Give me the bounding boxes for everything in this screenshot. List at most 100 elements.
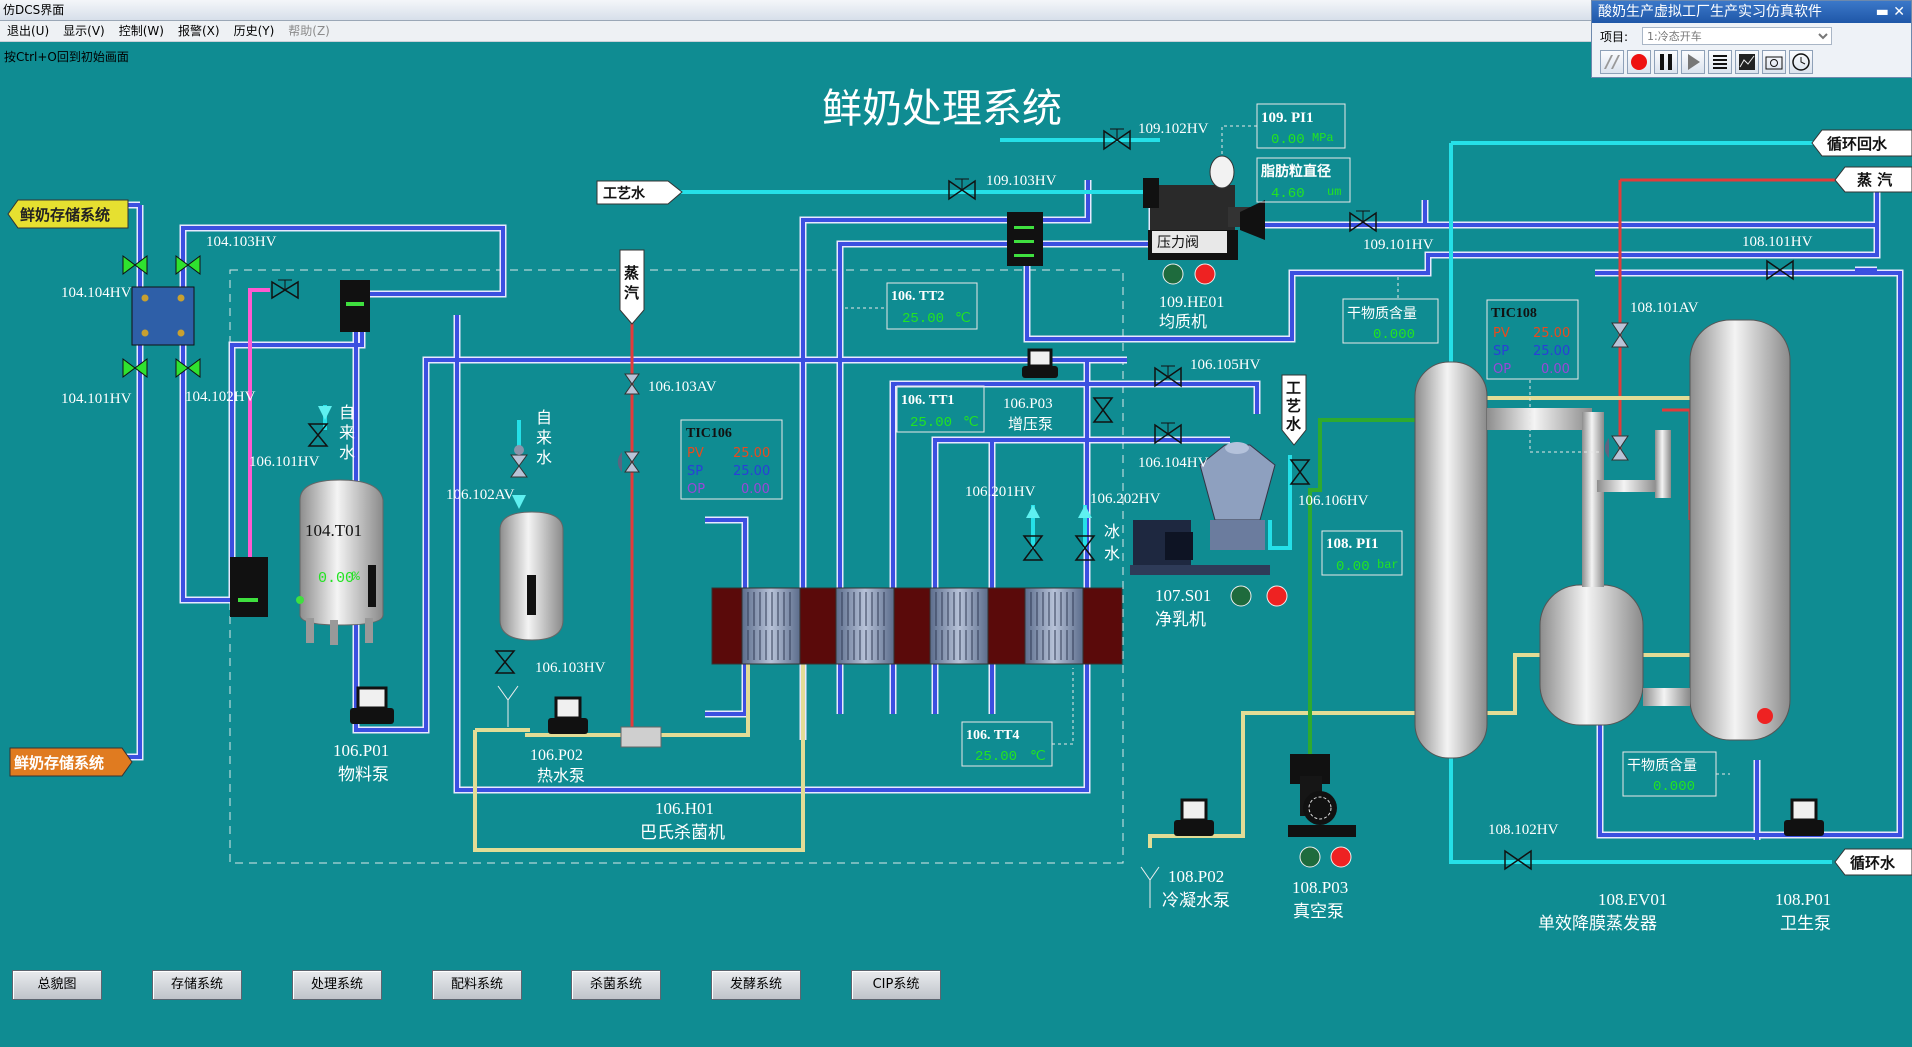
readout-tt2[interactable]: 106. TT2 25.00 ℃	[886, 282, 978, 330]
pump-108-p02[interactable]	[1174, 798, 1214, 836]
nav-batching-button[interactable]: 配料系统	[432, 970, 522, 1000]
tic108-op: 0.00	[1541, 362, 1570, 377]
tic106-op-label: OP	[687, 482, 705, 497]
flowmeter-106[interactable]	[230, 557, 268, 617]
arrow-process-water[interactable]: 工艺水	[596, 180, 683, 205]
arrow-label: 循环水	[1850, 854, 1896, 872]
tag-104-102: 104.102HV	[185, 389, 256, 405]
readout-dry-matter-1[interactable]: 干物质含量 0.000	[1342, 298, 1439, 344]
page-title: 鲜奶处理系统	[822, 86, 1062, 132]
filter-104[interactable]	[131, 286, 195, 346]
tag-106-104: 106.104HV	[1138, 455, 1209, 471]
tic108-sp-label: SP	[1493, 344, 1509, 359]
valve-106-av-red[interactable]	[617, 451, 640, 473]
pump-106-p01[interactable]	[350, 686, 394, 724]
arrow-label: 循环回水	[1827, 135, 1888, 153]
tag-h01-name: 巴氏杀菌机	[640, 823, 725, 842]
tag-p02-108-name: 冷凝水泵	[1162, 891, 1230, 910]
arrow-milk-storage-in[interactable]: 鲜奶存储系统	[7, 199, 129, 229]
tag-p03-106: 106.P03	[1003, 396, 1053, 412]
valve-109-103[interactable]	[948, 178, 976, 201]
tag-106-101: 106.101HV	[249, 454, 320, 470]
tank-104-t01[interactable]	[296, 479, 384, 645]
tag-p01-106-name: 物料泵	[338, 765, 389, 784]
drain-108	[1140, 866, 1160, 908]
tag-h01: 106.H01	[655, 799, 714, 818]
readout-tt4[interactable]: 106. TT4 25.00 ℃	[961, 721, 1053, 767]
tag-ev01-name: 单效降膜蒸发器	[1538, 914, 1657, 933]
tic106-faceplate[interactable]: TIC106 PV 25.00 SP 25.00 OP 0.00	[680, 419, 783, 500]
arrow-label-2: 汽	[624, 284, 639, 302]
tap2-2: 来	[536, 429, 552, 447]
tap2-3: 水	[536, 449, 552, 467]
flowmeter-104[interactable]	[340, 280, 370, 332]
nav-sterilization-button[interactable]: 杀菌系统	[571, 970, 661, 1000]
tt4-unit: ℃	[1030, 749, 1046, 765]
arrow-process-water-vertical[interactable]: 工 艺 水	[1281, 374, 1307, 446]
tank-hot-water[interactable]	[499, 511, 564, 641]
tap1-3: 水	[339, 444, 355, 462]
tag-s01: 107.S01	[1155, 586, 1211, 605]
valve-106-101[interactable]	[307, 423, 329, 447]
valve-104-101[interactable]	[122, 358, 148, 378]
tic108-faceplate[interactable]: TIC108 PV 25.00 SP 25.00 OP 0.00	[1486, 299, 1579, 380]
arrow-circ-water[interactable]: 循环水	[1834, 848, 1912, 876]
valve-104-104-a[interactable]	[122, 255, 148, 275]
tic106-sp-label: SP	[687, 464, 703, 479]
arrow-steam-right[interactable]: 蒸 汽	[1834, 166, 1912, 193]
arrow-label: 工艺水	[603, 185, 646, 202]
vacuum-pump-108-p03[interactable]	[1288, 754, 1356, 837]
pi109-unit: MPa	[1312, 131, 1334, 145]
tag-108-101av: 108.101AV	[1630, 300, 1699, 316]
valve-108-101av[interactable]	[1611, 322, 1629, 348]
tt1-unit: ℃	[963, 415, 979, 431]
pump-106-p03[interactable]	[1022, 348, 1058, 378]
press-valve-label: 压力阀	[1157, 235, 1199, 251]
valve-104-102[interactable]	[175, 358, 201, 378]
valve-106-103av[interactable]	[624, 373, 640, 395]
valve-106-bypass[interactable]	[1092, 397, 1114, 423]
readout-tt1[interactable]: 106. TT1 25.00 ℃	[896, 385, 985, 433]
tag-106-105: 106.105HV	[1190, 357, 1261, 373]
evaporator-108-ev01[interactable]	[1414, 319, 1791, 759]
nav-cip-button[interactable]: CIP系统	[851, 970, 941, 1000]
drain-106	[497, 685, 519, 727]
arrow-return-water[interactable]: 循环回水	[1811, 129, 1912, 157]
valve-108-red[interactable]	[1604, 435, 1629, 461]
dry1-value: 0.000	[1373, 327, 1415, 343]
valve-104-104-b[interactable]	[175, 255, 201, 275]
pump-106-p02[interactable]	[548, 696, 588, 734]
tt4-label: 106. TT4	[966, 728, 1019, 743]
pink-pipe	[248, 288, 270, 600]
valve-104-103[interactable]	[271, 279, 299, 300]
nav-overview-button[interactable]: 总貌图	[12, 970, 102, 1000]
tank-104-pct: %	[352, 569, 360, 584]
tt1-value: 25.00	[910, 415, 952, 431]
readout-pi109[interactable]: 109. PI1 0.00 MPa	[1256, 103, 1346, 149]
tag-he01-name: 均质机	[1159, 313, 1207, 331]
pump-108-p01[interactable]	[1784, 798, 1824, 836]
tag-s01-name: 净乳机	[1155, 610, 1206, 629]
tic106-op: 0.00	[741, 482, 770, 497]
readout-dry-matter-2[interactable]: 干物质含量 0.000	[1622, 751, 1717, 797]
tt1-label: 106. TT1	[901, 393, 954, 408]
nav-processing-button[interactable]: 处理系统	[292, 970, 382, 1000]
pi109-value: 0.00	[1271, 132, 1305, 148]
nav-storage-button[interactable]: 存储系统	[152, 970, 242, 1000]
valve-106-103hv[interactable]	[494, 650, 516, 674]
arrow-label-2: 艺	[1286, 397, 1301, 415]
valve-106-106[interactable]	[1289, 459, 1311, 485]
tic108-pv-label: PV	[1493, 326, 1510, 341]
tag-106-103hv: 106.103HV	[535, 660, 606, 676]
arrow-label: 鲜奶存储系统	[14, 754, 104, 772]
tap1-1: 自	[339, 404, 355, 422]
pi108-value: 0.00	[1336, 559, 1370, 575]
arrow-milk-storage-out[interactable]: 鲜奶存储系统	[9, 747, 133, 777]
nav-fermentation-button[interactable]: 发酵系统	[711, 970, 801, 1000]
flowmeter-109[interactable]	[1007, 212, 1043, 266]
vacuum-pipe	[1308, 418, 1415, 760]
readout-pi108[interactable]: 108. PI1 0.00 bar	[1321, 530, 1403, 576]
valve-106-102av[interactable]	[510, 445, 528, 478]
readout-fat-diameter[interactable]: 脂肪粒直径 4.60 um	[1256, 157, 1351, 203]
arrow-steam-vertical[interactable]: 蒸 汽	[619, 249, 645, 325]
